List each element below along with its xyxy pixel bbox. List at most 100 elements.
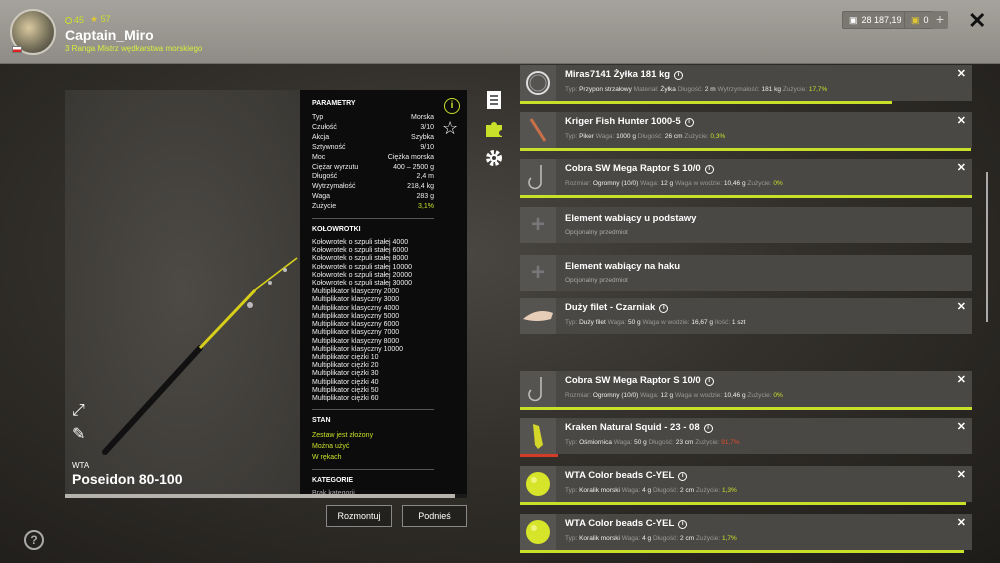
paint-brush-icon[interactable]: ✎ [72, 424, 85, 444]
compatible-reel: Multiplikator klasyczny 5000 [312, 312, 400, 320]
tackle-item[interactable]: Kraken Natural Squid - 23 - 08 i Typ: Ośmi… [520, 418, 972, 457]
info-icon[interactable]: i [684, 118, 694, 127]
param-row: Sztywność 9/10 [312, 143, 434, 153]
tackle-item[interactable]: Miras7141 Żyłka 181 kg i Typ: Przypon strz… [520, 65, 972, 104]
item-details: Typ: Przypon strzałowy Materiał: Żyłka D… [565, 86, 828, 93]
compatible-reel: Multiplikator klasyczny 6000 [312, 321, 400, 329]
item-details: Typ: Koralik morski Waga: 4 g Długość: 2… [565, 535, 737, 542]
reels-title: KOŁOWROTKI [312, 226, 361, 234]
remove-item-button[interactable]: ✕ [957, 114, 966, 127]
param-row: Zużycie 3,1% [312, 202, 434, 212]
item-title: Element wabiący na haku [565, 261, 681, 272]
expand-icon[interactable]: ⤢ [72, 402, 85, 420]
compatible-reel: Multiplikator ciężki 50 [312, 386, 379, 394]
hook-icon [520, 159, 556, 195]
top-bar: 45 ★ 57 Captain_Miro 3 Ranga Mistrz wędk… [0, 0, 1000, 64]
divider [312, 469, 434, 471]
param-value: 9/10 [420, 143, 434, 151]
info-icon[interactable]: i [678, 472, 688, 481]
line-icon [520, 65, 556, 101]
rod-image [102, 257, 298, 455]
player-stats: 45 ★ 57 [65, 14, 111, 25]
remove-item-button[interactable]: ✕ [957, 67, 966, 80]
info-icon[interactable]: i [444, 98, 460, 114]
item-details: Typ: Ośmiornica Waga: 50 g Długość: 23 c… [565, 439, 740, 446]
remove-item-button[interactable]: ✕ [957, 161, 966, 174]
compatible-reel: Multiplikator klasyczny 4000 [312, 304, 400, 312]
item-title: Cobra SW Mega Raptor S 10/0 i [565, 375, 714, 386]
wallet-icon: ▣ [849, 14, 858, 25]
rod-preview [65, 90, 301, 494]
compatible-reel: Multiplikator klasyczny 8000 [312, 337, 400, 345]
param-row: Akcja Szybka [312, 133, 434, 143]
item-details: Opcjonalny przedmiot [565, 277, 628, 284]
tackle-item[interactable]: WTA Color beads C-YEL i Typ: Koralik morsk… [520, 514, 972, 553]
document-icon[interactable] [484, 90, 504, 110]
close-button[interactable]: ✕ [968, 8, 986, 34]
add-slot-icon: + [520, 255, 556, 291]
item-title: WTA Color beads C-YEL i [565, 518, 688, 529]
remove-item-button[interactable]: ✕ [957, 373, 966, 386]
divider [312, 409, 434, 411]
bead-icon [520, 514, 556, 550]
gear-icon[interactable] [484, 148, 504, 168]
compatible-reel: Multiplikator ciężki 30 [312, 370, 379, 378]
info-icon[interactable]: i [678, 520, 688, 529]
durability-bar [520, 148, 971, 151]
empty-slot[interactable]: + Element wabiący na haku Opcjonalny przed… [520, 255, 972, 291]
level-stat: 45 [65, 15, 84, 25]
tackle-item[interactable]: Cobra SW Mega Raptor S 10/0 i Rozmiar: Ogr… [520, 159, 972, 198]
param-value: 3/10 [420, 123, 434, 131]
compatible-reel: Multiplikator ciężki 40 [312, 378, 379, 386]
info-icon[interactable]: i [704, 377, 714, 386]
pickup-button[interactable]: Podnieś [402, 505, 467, 527]
tackle-item[interactable]: WTA Color beads C-YEL i Typ: Koralik morsk… [520, 466, 972, 505]
param-row: Moc Ciężka morska [312, 153, 434, 163]
money-display[interactable]: ▣ 28 187,19 [842, 11, 909, 29]
coins-display[interactable]: ▣ 0 [904, 11, 936, 29]
state-item: W rękach [312, 454, 342, 462]
state-item: Można użyć [312, 443, 350, 451]
bead-icon [520, 466, 556, 502]
param-key: Akcja [312, 133, 330, 141]
category-title: KATEGORIE [312, 477, 354, 485]
scrollbar[interactable] [986, 172, 988, 322]
stars-stat: ★ 57 [90, 14, 111, 24]
param-row: Ciężar wyrzutu 400 – 2500 g [312, 163, 434, 173]
parameters-panel: PARAMETRY Typ Morska Czułość 3/10 Akcja Szybk… [300, 90, 467, 497]
float-icon [520, 112, 556, 148]
disassemble-button[interactable]: Rozmontuj [326, 505, 392, 527]
param-key: Moc [312, 153, 326, 161]
compatible-reel: Kołowrotek o szpuli stałej 4000 [312, 239, 409, 247]
info-icon[interactable]: i [704, 165, 714, 174]
param-row: Czułość 3/10 [312, 123, 434, 133]
info-icon[interactable]: i [659, 304, 669, 313]
favorite-star-icon[interactable]: ☆ [442, 118, 458, 139]
empty-slot[interactable]: + Element wabiący u podstawy Opcjonalny pr… [520, 207, 972, 243]
param-row: Waga 283 g [312, 192, 434, 202]
tackle-item[interactable]: Duży filet - Czarniak i Typ: Duży filet Wa… [520, 298, 972, 334]
puzzle-icon[interactable] [484, 119, 504, 139]
flag-icon [12, 46, 22, 53]
remove-item-button[interactable]: ✕ [957, 300, 966, 313]
add-coins-button[interactable]: + [932, 11, 948, 29]
info-icon[interactable]: i [703, 424, 713, 433]
tackle-item[interactable]: Kriger Fish Hunter 1000-5 i Typ: Piker Wag… [520, 112, 972, 151]
compatible-reel: Multiplikator ciężki 20 [312, 362, 379, 370]
reels-list: Kołowrotek o szpuli stałej 4000 Kołowrote… [312, 239, 455, 403]
remove-item-button[interactable]: ✕ [957, 516, 966, 529]
state-title: STAN [312, 417, 331, 425]
hook-icon [520, 371, 556, 407]
info-icon[interactable]: i [674, 71, 684, 80]
state-list: Zestaw jest złożony Można użyć W rękach [312, 430, 455, 463]
rod-name: Poseidon 80-100 [72, 471, 183, 487]
remove-item-button[interactable]: ✕ [957, 468, 966, 481]
rod-brand: WTA [72, 461, 90, 470]
param-value: Morska [411, 114, 434, 121]
help-icon[interactable]: ? [24, 530, 44, 550]
tackle-item[interactable]: Cobra SW Mega Raptor S 10/0 i Rozmiar: Ogr… [520, 371, 972, 410]
bait-icon [520, 298, 556, 334]
param-value: 283 g [416, 193, 434, 201]
remove-item-button[interactable]: ✕ [957, 420, 966, 433]
compatible-reel: Multiplikator ciężki 60 [312, 394, 379, 402]
